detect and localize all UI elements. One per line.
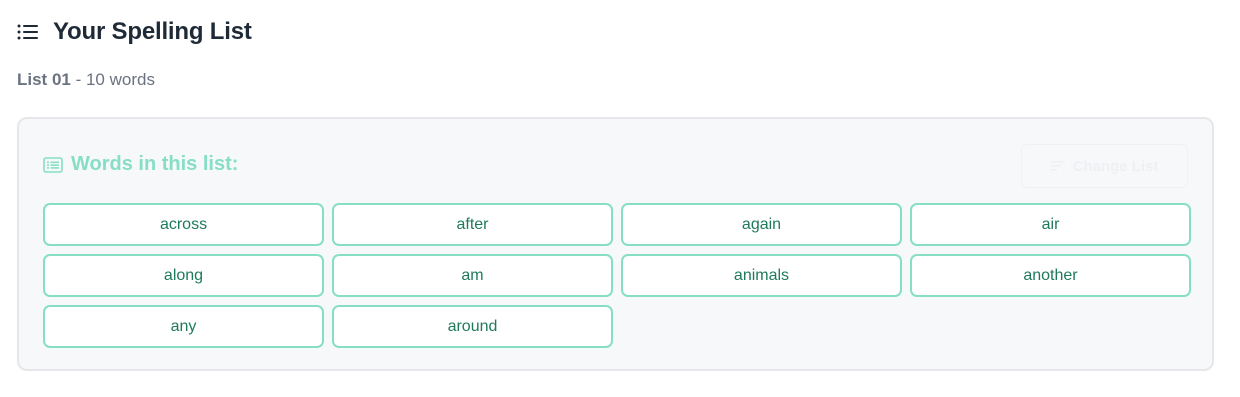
page-header: Your Spelling List [17,18,252,46]
word-count: 10 words [85,70,155,89]
document-list-icon [43,156,63,173]
list-separator: - [70,70,86,89]
list-icon [17,24,38,40]
word-chip[interactable]: around [332,305,613,348]
word-chip[interactable]: am [332,254,613,297]
panel-header: Words in this list: [43,153,238,176]
word-chip[interactable]: another [910,254,1191,297]
words-panel: Words in this list: Change List across a… [17,117,1214,371]
word-chip[interactable]: along [43,254,324,297]
word-chip[interactable]: after [332,203,613,246]
word-grid: across after again air along am animals … [43,203,1192,348]
sort-icon [1050,161,1065,171]
list-summary: List 01 - 10 words [17,70,155,90]
panel-title: Words in this list: [71,153,239,175]
word-chip[interactable]: animals [621,254,902,297]
word-chip[interactable]: air [910,203,1191,246]
list-name: List 01 [17,70,71,89]
word-chip[interactable]: any [43,305,324,348]
page-title: Your Spelling List [53,18,252,45]
word-chip[interactable]: again [621,203,902,246]
word-chip[interactable]: across [43,203,324,246]
change-list-label: Change List [1072,157,1159,175]
change-list-button[interactable]: Change List [1021,144,1188,188]
